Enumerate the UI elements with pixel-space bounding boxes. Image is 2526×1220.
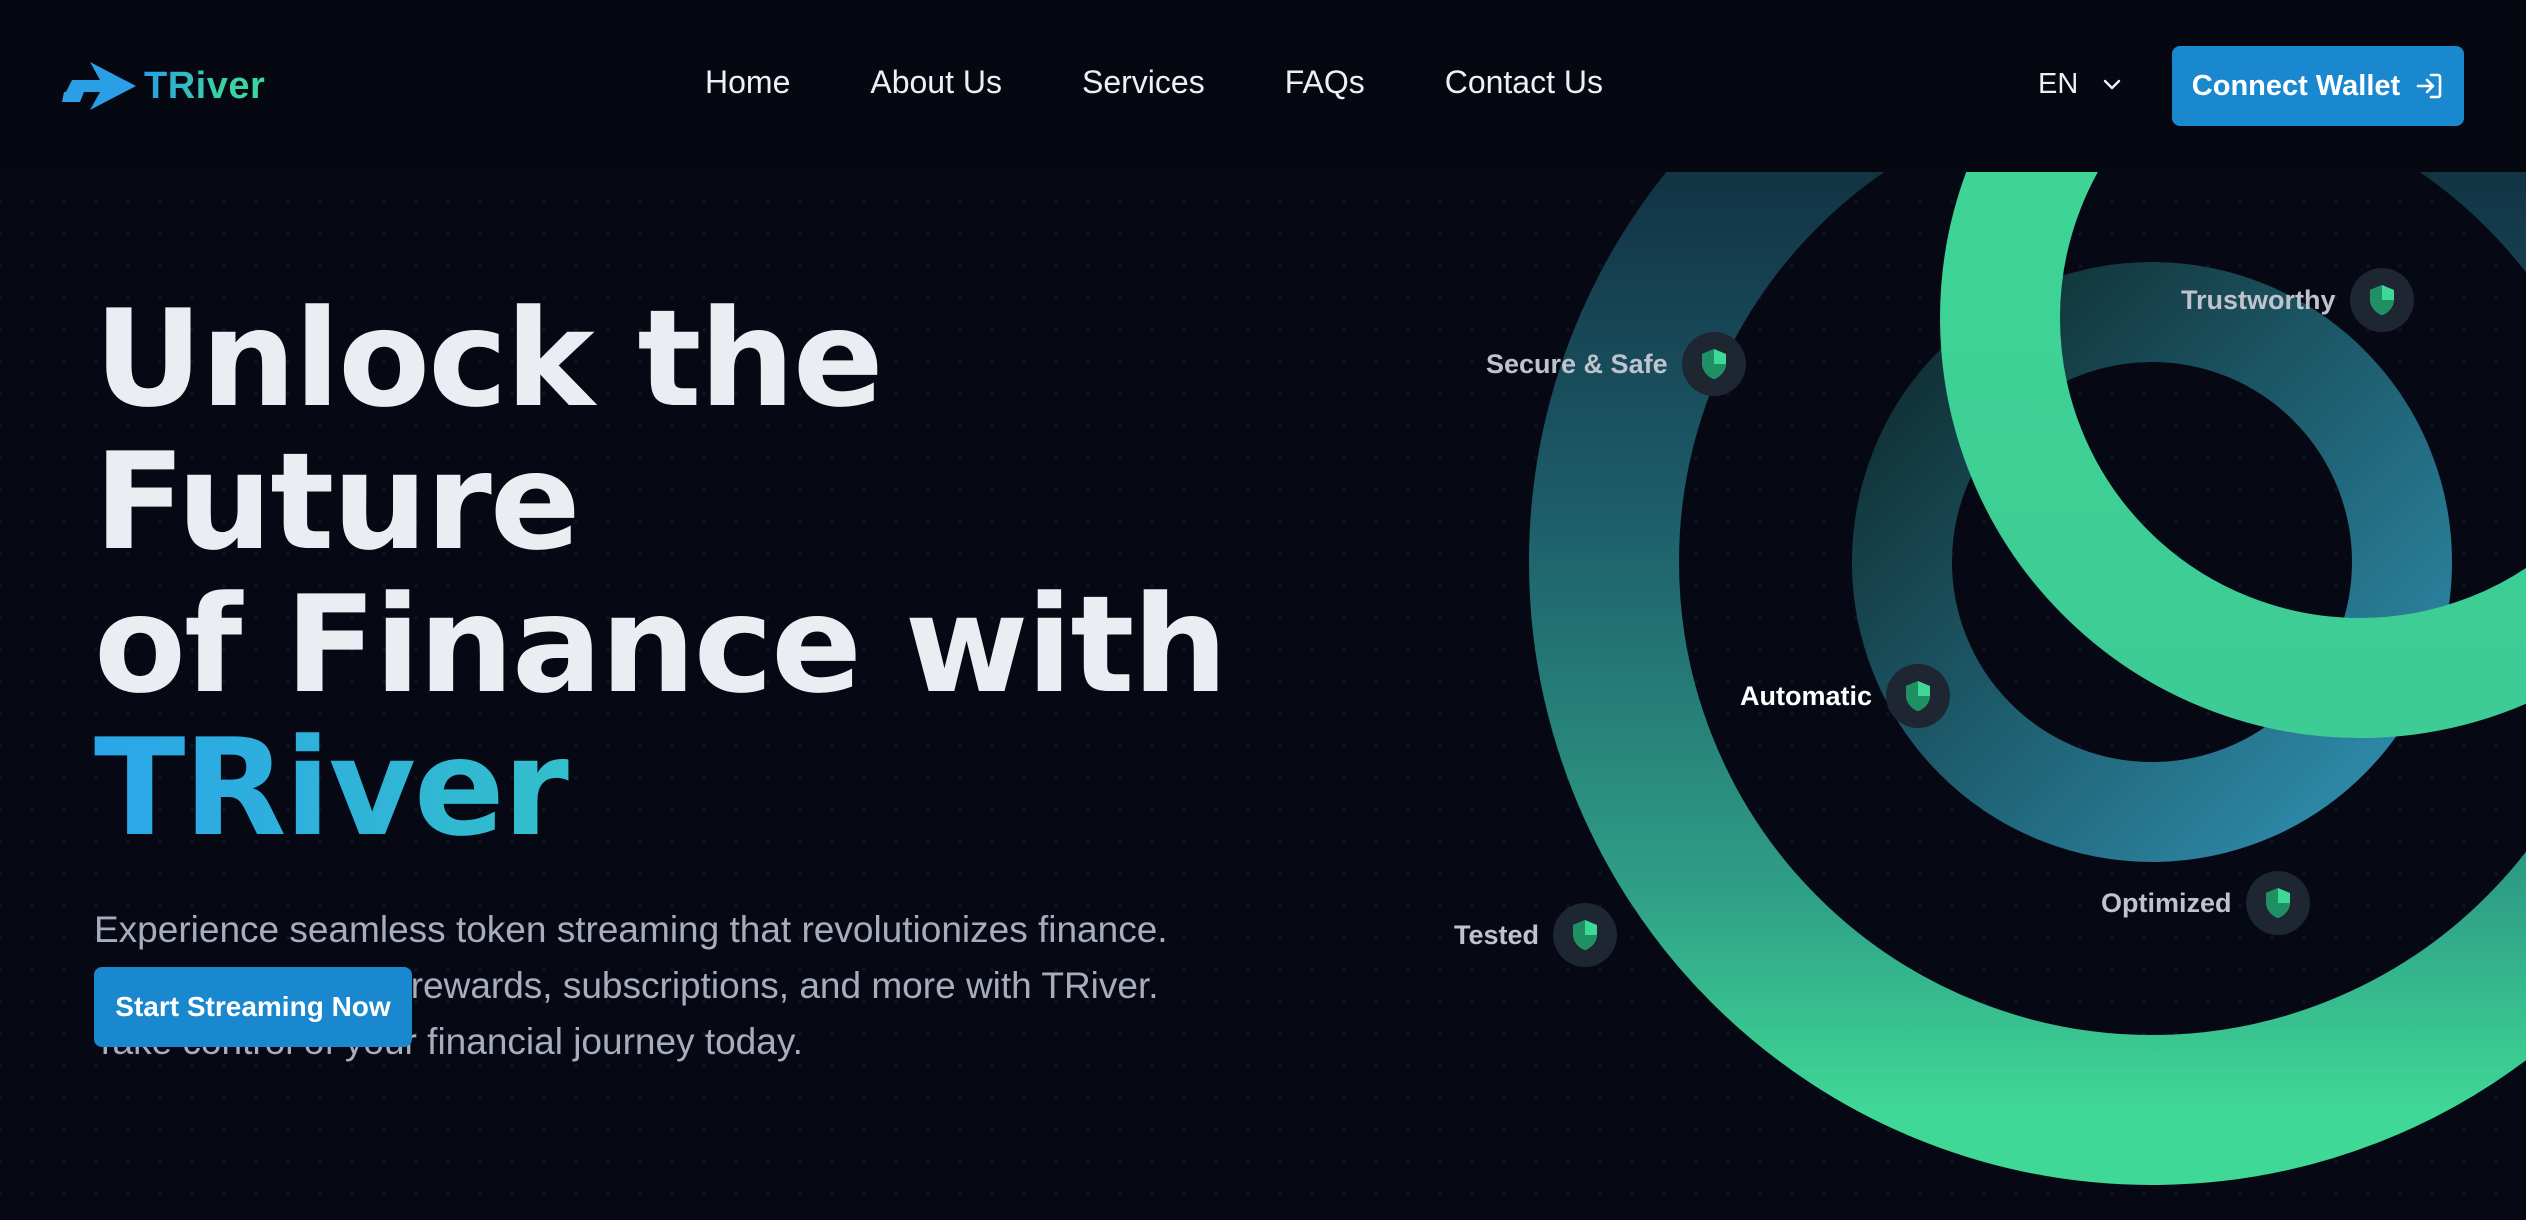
hero-title-line-2: of Finance with: [94, 567, 1228, 723]
feature-badge: [1886, 664, 1951, 728]
hero-subtitle-line-1: Experience seamless token streaming that…: [94, 909, 1168, 950]
nav-item-home[interactable]: Home: [705, 64, 790, 101]
shield-icon: [2265, 888, 2290, 918]
nav-item-about-us[interactable]: About Us: [870, 64, 1002, 101]
top-navigation: TRiver Home About Us Services FAQs Conta…: [0, 0, 2526, 172]
feature-badge: [1681, 332, 1746, 396]
shield-icon: [2369, 285, 2394, 315]
feature-label: Optimized: [2101, 887, 2232, 918]
sign-in-icon: [2416, 73, 2442, 99]
connect-wallet-label: Connect Wallet: [2191, 69, 2401, 102]
nav-item-contact-us[interactable]: Contact Us: [1445, 64, 1603, 101]
main-menu: Home About Us Services FAQs Contact Us: [705, 64, 1603, 101]
feature-trustworthy: Trustworthy: [2181, 268, 2414, 332]
language-selector[interactable]: EN: [2038, 68, 2122, 101]
feature-label: Automatic: [1740, 680, 1873, 711]
feature-badge: [2349, 268, 2414, 332]
arrow-logo-icon: [62, 62, 136, 110]
connect-wallet-button[interactable]: Connect Wallet: [2172, 46, 2464, 126]
feature-badge: [2245, 871, 2310, 935]
hero-title-line-1: Unlock the Future: [94, 281, 884, 580]
feature-optimized: Optimized: [2101, 871, 2310, 935]
language-label: EN: [2038, 68, 2079, 100]
brand-name: TRiver: [144, 64, 266, 107]
hero-title: Unlock the Future of Finance with TRiver: [94, 288, 1394, 860]
hero-title-brand: TRiver: [94, 717, 1394, 860]
hero-section: Unlock the Future of Finance with TRiver…: [94, 288, 1394, 1070]
chevron-down-icon: [2104, 79, 2121, 89]
feature-label: Secure & Safe: [1486, 348, 1668, 379]
feature-tested: Tested: [1454, 903, 1618, 967]
feature-secure-safe: Secure & Safe: [1486, 332, 1746, 396]
feature-automatic: Automatic: [1740, 664, 1951, 728]
nav-item-faqs[interactable]: FAQs: [1285, 64, 1365, 101]
nav-item-services[interactable]: Services: [1082, 64, 1205, 101]
feature-label: Tested: [1454, 919, 1540, 950]
feature-label: Trustworthy: [2181, 284, 2336, 315]
shield-icon: [1573, 920, 1598, 950]
feature-badge: [1553, 903, 1618, 967]
brand-logo[interactable]: TRiver: [62, 58, 265, 114]
shield-icon: [1701, 349, 1726, 379]
start-streaming-button[interactable]: Start Streaming Now: [94, 967, 412, 1047]
shield-icon: [1906, 681, 1931, 711]
